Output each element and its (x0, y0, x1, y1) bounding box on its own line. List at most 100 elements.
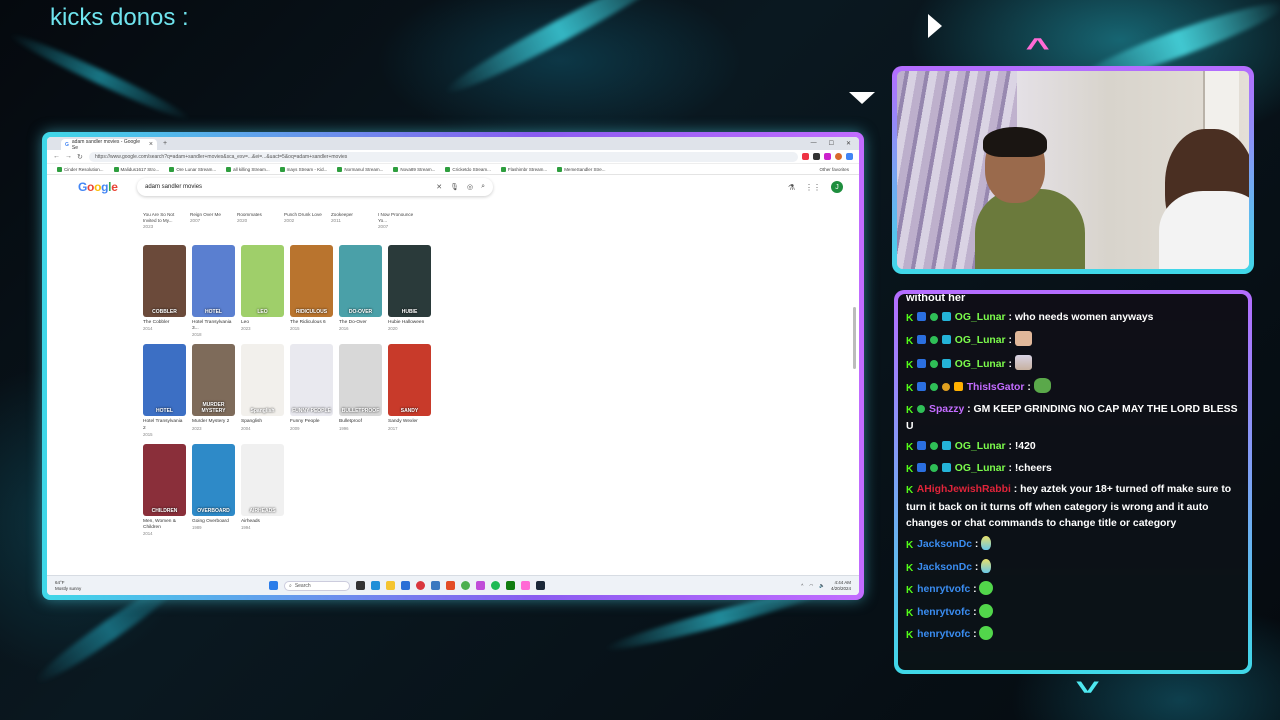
extension-icon[interactable] (824, 153, 831, 160)
windows-start-icon[interactable] (269, 581, 278, 590)
chat-username[interactable]: JacksonDc (917, 539, 972, 550)
movie-poster[interactable]: Spanglish (241, 344, 284, 417)
movie-card[interactable]: DO-OVER The Do-Over 2016 (339, 245, 382, 337)
movie-card[interactable]: RIDICULOUS The Ridiculous 6 2015 (290, 245, 333, 337)
chat-username[interactable]: henrytvofc (917, 584, 970, 595)
new-tab-icon[interactable]: + (163, 140, 167, 147)
store-icon[interactable] (401, 581, 410, 590)
account-avatar[interactable]: J (831, 181, 843, 193)
app-icon[interactable] (431, 581, 440, 590)
movie-caption[interactable]: Zookeeper 2011 (331, 212, 372, 242)
volume-icon[interactable]: 🔈 (819, 583, 825, 589)
bookmark-item[interactable]: all killing Stream... (226, 166, 270, 172)
movie-poster[interactable]: HOTEL (143, 344, 186, 417)
url-field[interactable]: https://www.google.com/search?q=adam+san… (89, 151, 798, 162)
maximize-icon[interactable]: ☐ (829, 140, 834, 147)
chat-username[interactable]: OG_Lunar (955, 463, 1006, 474)
google-search-box[interactable]: adam sandler movies ✕ 🎙 ◎ ⌕ (137, 178, 493, 196)
movie-title[interactable]: Murder Mystery 2 (192, 419, 235, 425)
movie-card[interactable]: CHILDREN Men, Women & Children 2014 (143, 443, 186, 536)
back-icon[interactable]: ← (53, 153, 61, 160)
movie-poster[interactable]: HUBIE (388, 245, 431, 317)
movie-card[interactable]: AIRHEADS Airheads 1994 (241, 443, 284, 536)
chat-username[interactable]: OG_Lunar (955, 312, 1006, 323)
chrome-icon[interactable] (461, 581, 470, 590)
app-icon[interactable] (521, 581, 530, 590)
file-explorer-icon[interactable] (386, 581, 395, 590)
obs-icon[interactable] (416, 581, 425, 590)
spotify-icon[interactable] (491, 581, 500, 590)
chat-username[interactable]: henrytvofc (917, 607, 970, 618)
movie-title[interactable]: Men, Women & Children (143, 519, 186, 531)
movie-title[interactable]: Hotel Transylvania 2 (143, 419, 186, 431)
movie-poster[interactable]: COBBLER (143, 245, 186, 317)
chat-username[interactable]: OG_Lunar (955, 441, 1006, 452)
wifi-icon[interactable]: ◠ (809, 583, 813, 589)
weather-widget[interactable]: 64°F Mostly sunny (55, 580, 205, 591)
bookmark-item[interactable]: Cricketdo Stream... (445, 166, 491, 172)
google-logo[interactable]: Google (78, 180, 118, 194)
close-window-icon[interactable]: ✕ (846, 140, 851, 147)
movie-poster[interactable]: CHILDREN (143, 443, 186, 516)
taskbar-search[interactable]: ⌕ Search (284, 580, 350, 591)
copilot-icon[interactable] (846, 153, 853, 160)
movie-poster[interactable]: HOTEL (192, 245, 235, 317)
labs-icon[interactable]: ⚗ (788, 183, 795, 192)
profile-icon[interactable] (835, 153, 842, 160)
apps-grid-icon[interactable]: ⋮⋮ (805, 183, 821, 192)
bookmark-item[interactable]: mays Stream - Kid... (279, 166, 327, 172)
movie-card[interactable]: FUNNY PEOPLE Funny People 2009 (290, 344, 333, 436)
movie-card[interactable]: SANDY Sandy Wexler 2017 (388, 344, 431, 436)
bookmark-item[interactable]: Cinder Resolution... (57, 166, 104, 172)
bookmark-item[interactable]: Normanul Stream... (337, 166, 383, 172)
forward-icon[interactable]: → (65, 153, 73, 160)
movie-title[interactable]: Hotel Transylvania 3... (192, 320, 235, 332)
bookmark-item[interactable]: Nova89 Stream... (393, 166, 435, 172)
minimize-icon[interactable]: — (811, 140, 817, 147)
extension-icon[interactable] (802, 153, 809, 160)
steam-icon[interactable] (536, 581, 545, 590)
app-icon[interactable] (476, 581, 485, 590)
search-icon[interactable]: ⌕ (481, 183, 485, 191)
movie-caption[interactable]: Punch Drunk Love 2002 (284, 212, 325, 242)
xbox-icon[interactable] (506, 581, 515, 590)
movie-poster[interactable]: BULLETPROOF (339, 344, 382, 417)
chat-username[interactable]: henrytvofc (917, 629, 970, 640)
bookmark-item[interactable]: MemeSandler Stre... (557, 166, 605, 172)
chat-username[interactable]: JacksonDc (917, 562, 972, 573)
chat-username[interactable]: OG_Lunar (955, 335, 1006, 346)
chat-username[interactable]: ThisIsGator (967, 382, 1025, 393)
microphone-icon[interactable]: 🎙 (450, 183, 459, 191)
search-input[interactable]: adam sandler movies (145, 184, 428, 190)
movie-poster[interactable]: SANDY (388, 344, 431, 417)
movie-card[interactable]: HOTEL Hotel Transylvania 3... 2018 (192, 245, 235, 337)
movie-card[interactable]: LEO Leo 2023 (241, 245, 284, 337)
other-favorites[interactable]: Other favorites (819, 167, 849, 172)
movie-card[interactable]: COBBLER The Cobbler 2014 (143, 245, 186, 337)
bookmark-item[interactable]: Ore Lunar Stream... (169, 166, 216, 172)
movie-card[interactable]: HUBIE Hubie Halloween 2020 (388, 245, 431, 337)
browser-tab[interactable]: G adam sandler movies - Google Se × (61, 139, 157, 151)
extension-icon[interactable] (813, 153, 820, 160)
reload-icon[interactable]: ↻ (77, 153, 85, 161)
page-scrollbar[interactable] (853, 307, 856, 369)
chat-username[interactable]: AHighJewishRabbi (917, 484, 1011, 495)
movie-poster[interactable]: LEO (241, 245, 284, 317)
edge-icon[interactable] (371, 581, 380, 590)
show-hidden-icon[interactable]: ^ (801, 583, 803, 588)
movie-caption[interactable]: You Are So Not Invited to My... 2023 (143, 212, 184, 242)
movie-caption[interactable]: I Now Pronounce Yo... 2007 (378, 212, 419, 242)
chat-username[interactable]: OG_Lunar (955, 359, 1006, 370)
movie-poster[interactable]: AIRHEADS (241, 443, 284, 516)
lens-icon[interactable]: ◎ (467, 183, 473, 191)
bookmark-item[interactable]: Flashimbr Stream... (500, 166, 547, 172)
movie-card[interactable]: MURDER MYSTERY Murder Mystery 2 2023 (192, 344, 235, 436)
taskbar-clock[interactable]: 4:44 AM 4/20/2024 (831, 580, 851, 591)
chat-username[interactable]: Spazzy (929, 404, 964, 415)
clear-icon[interactable]: ✕ (436, 183, 442, 191)
movie-poster[interactable]: DO-OVER (339, 245, 382, 317)
movie-card[interactable]: Spanglish Spanglish 2004 (241, 344, 284, 436)
movie-caption[interactable]: Reign Over Me 2007 (190, 212, 231, 242)
app-icon[interactable] (446, 581, 455, 590)
movie-card[interactable]: BULLETPROOF Bulletproof 1996 (339, 344, 382, 436)
